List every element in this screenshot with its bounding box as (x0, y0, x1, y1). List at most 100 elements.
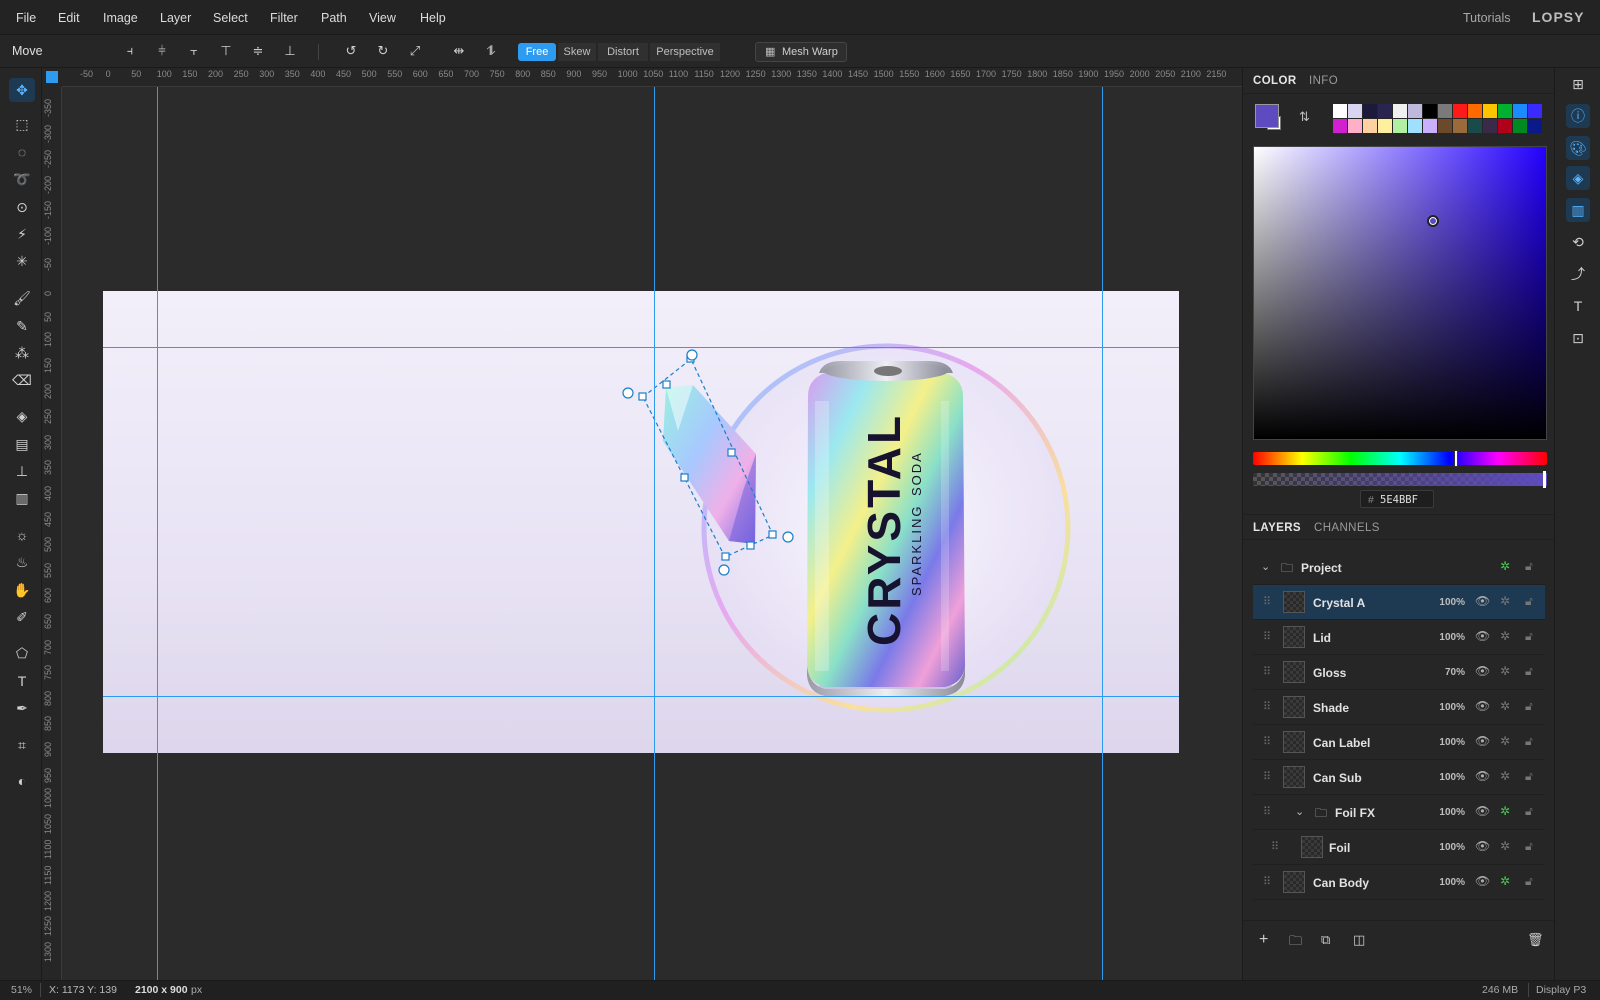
mode-distort-button[interactable]: Distort (598, 43, 648, 61)
swap-colors-icon[interactable]: ⇅ (1299, 109, 1310, 125)
flip-vertical-icon[interactable]: ⥮ (482, 43, 500, 59)
contrast-icon[interactable]: ◐ (12, 771, 32, 791)
fx-icon[interactable]: ✲ (1500, 699, 1510, 713)
layer-opacity[interactable]: 100% (1431, 842, 1465, 853)
drag-handle-icon[interactable]: ⠿ (1263, 805, 1271, 818)
layer-opacity[interactable]: 100% (1431, 807, 1465, 818)
pen-icon[interactable]: ✒ (12, 698, 32, 718)
lock-icon[interactable]: 🔓︎ (1525, 874, 1533, 889)
lock-icon[interactable]: 🔓︎ (1525, 839, 1533, 854)
eye-icon[interactable]: 👁︎ (1475, 839, 1490, 853)
alpha-slider[interactable] (1253, 471, 1547, 488)
rotate-ccw-icon[interactable]: ↺ (342, 43, 360, 59)
lock-icon[interactable]: 🔓︎ (1525, 559, 1533, 574)
guide-horizontal[interactable] (103, 696, 1179, 697)
color-swatch[interactable] (1468, 104, 1482, 118)
delete-layer-icon[interactable]: 🗑︎ (1527, 932, 1544, 948)
color-swatch[interactable] (1513, 119, 1527, 133)
color-swatch[interactable] (1528, 119, 1542, 133)
history-icon[interactable]: ⟲ (1566, 230, 1590, 254)
text-icon[interactable]: T (1566, 294, 1590, 318)
fx-icon[interactable]: ✲ (1500, 664, 1510, 678)
color-swatch[interactable] (1483, 119, 1497, 133)
align-center-h-icon[interactable]: ⫩ (153, 43, 171, 59)
document-canvas[interactable]: CRYSTAL SPARKLING SODA (103, 291, 1179, 753)
layer-opacity[interactable]: 100% (1431, 772, 1465, 783)
layer-row[interactable]: ⠿ Can Label 100% 👁︎ ✲ 🔓︎ (1253, 725, 1545, 760)
duplicate-layer-icon[interactable]: ⧉ (1321, 932, 1330, 948)
color-swatch[interactable] (1438, 104, 1452, 118)
info-icon[interactable]: ⓘ (1566, 104, 1590, 128)
lock-icon[interactable]: 🔓︎ (1525, 734, 1533, 749)
layer-row[interactable]: ⠿ Gloss 70% 👁︎ ✲ 🔓︎ (1253, 655, 1545, 690)
mode-skew-button[interactable]: Skew (558, 43, 596, 61)
dodge-icon[interactable]: ☼ (12, 525, 32, 545)
tab-channels[interactable]: CHANNELS (1314, 522, 1380, 534)
magnetic-lasso-icon[interactable]: ⊙ (12, 197, 32, 217)
fx-icon[interactable]: ✲ (1500, 874, 1510, 888)
layer-opacity[interactable]: 100% (1431, 737, 1465, 748)
color-swatch[interactable] (1453, 104, 1467, 118)
hex-input[interactable]: # 5E4BBF (1360, 490, 1434, 508)
color-swatch[interactable] (1423, 104, 1437, 118)
new-group-icon[interactable]: 🗀 (1289, 932, 1302, 954)
tutorials-link[interactable]: Tutorials (1463, 11, 1510, 25)
layer-row[interactable]: ⠿ Foil 100% 👁︎ ✲ 🔓︎ (1253, 830, 1545, 865)
menu-select[interactable]: Select (213, 11, 248, 25)
move-tool-icon[interactable]: ✥ (9, 78, 35, 102)
color-swatch[interactable] (1393, 119, 1407, 133)
layer-opacity[interactable]: 100% (1431, 597, 1465, 608)
layer-group-project[interactable]: ⌄ 🗀 Project ✲ 🔓︎ (1253, 550, 1545, 585)
eraser-icon[interactable]: ⌫ (12, 370, 32, 390)
color-swatch[interactable] (1378, 104, 1392, 118)
lock-icon[interactable]: 🔓︎ (1525, 594, 1533, 609)
rotate-cw-icon[interactable]: ↻ (374, 43, 392, 59)
drag-handle-icon[interactable]: ⠿ (1263, 665, 1271, 678)
shape-icon[interactable]: ⬠ (12, 643, 32, 663)
drag-handle-icon[interactable]: ⠿ (1263, 595, 1271, 608)
drag-handle-icon[interactable]: ⠿ (1263, 630, 1271, 643)
color-swatch[interactable] (1468, 119, 1482, 133)
menu-layer[interactable]: Layer (160, 11, 191, 25)
align-left-icon[interactable]: ⫞ (121, 43, 139, 59)
menu-filter[interactable]: Filter (270, 11, 298, 25)
lock-icon[interactable]: 🔓︎ (1525, 769, 1533, 784)
tab-info[interactable]: INFO (1309, 75, 1338, 87)
canvas-area[interactable]: CRYSTAL SPARKLING SODA (62, 87, 1242, 980)
picker-handle[interactable] (1427, 214, 1440, 227)
color-swatch[interactable] (1483, 104, 1497, 118)
color-swatch[interactable] (1408, 119, 1422, 133)
guide-vertical[interactable] (1102, 87, 1103, 980)
ellipse-select-icon[interactable]: ◌ (12, 142, 32, 162)
eye-icon[interactable]: 👁︎ (1475, 629, 1490, 643)
align-middle-v-icon[interactable]: ≑ (249, 43, 267, 59)
lock-icon[interactable]: 🔓︎ (1525, 804, 1533, 819)
eye-icon[interactable]: 👁︎ (1475, 804, 1490, 818)
gradient-icon[interactable]: ▤ (12, 434, 32, 454)
palette-icon[interactable]: 🎨︎ (1566, 136, 1590, 160)
fx-icon[interactable]: ✲ (1500, 839, 1510, 853)
flip-horizontal-icon[interactable]: ⇹ (450, 43, 468, 59)
brush-icon[interactable]: 🖌 (12, 288, 32, 308)
layer-group[interactable]: ⠿ ⌄ 🗀 Foil FX 100% 👁︎ ✲ 🔓︎ (1253, 795, 1545, 830)
chevron-down-icon[interactable]: ⌄ (1295, 805, 1304, 818)
mode-perspective-button[interactable]: Perspective (650, 43, 720, 61)
tab-color[interactable]: COLOR (1253, 75, 1297, 87)
color-swatch[interactable] (1423, 119, 1437, 133)
drag-handle-icon[interactable]: ⠿ (1263, 735, 1271, 748)
rect-select-icon[interactable]: ⬚ (12, 114, 32, 134)
layer-opacity[interactable]: 100% (1431, 877, 1465, 888)
quick-select-icon[interactable]: ✳ (12, 251, 32, 271)
layer-row[interactable]: ⠿ Crystal A 100% 👁︎ ✲ 🔓︎ (1253, 585, 1545, 620)
color-swatch[interactable] (1498, 104, 1512, 118)
saturation-value-picker[interactable] (1253, 146, 1547, 440)
color-swatch[interactable] (1363, 104, 1377, 118)
crop-icon[interactable]: ⌗ (12, 735, 32, 755)
hue-slider[interactable] (1253, 450, 1547, 467)
menu-path[interactable]: Path (321, 11, 347, 25)
eye-icon[interactable]: 👁︎ (1475, 699, 1490, 713)
stamp-icon[interactable]: ⊥ (12, 461, 32, 481)
eye-icon[interactable]: 👁︎ (1475, 769, 1490, 783)
color-swatch[interactable] (1363, 119, 1377, 133)
columns-icon[interactable]: ▥ (1566, 198, 1590, 222)
